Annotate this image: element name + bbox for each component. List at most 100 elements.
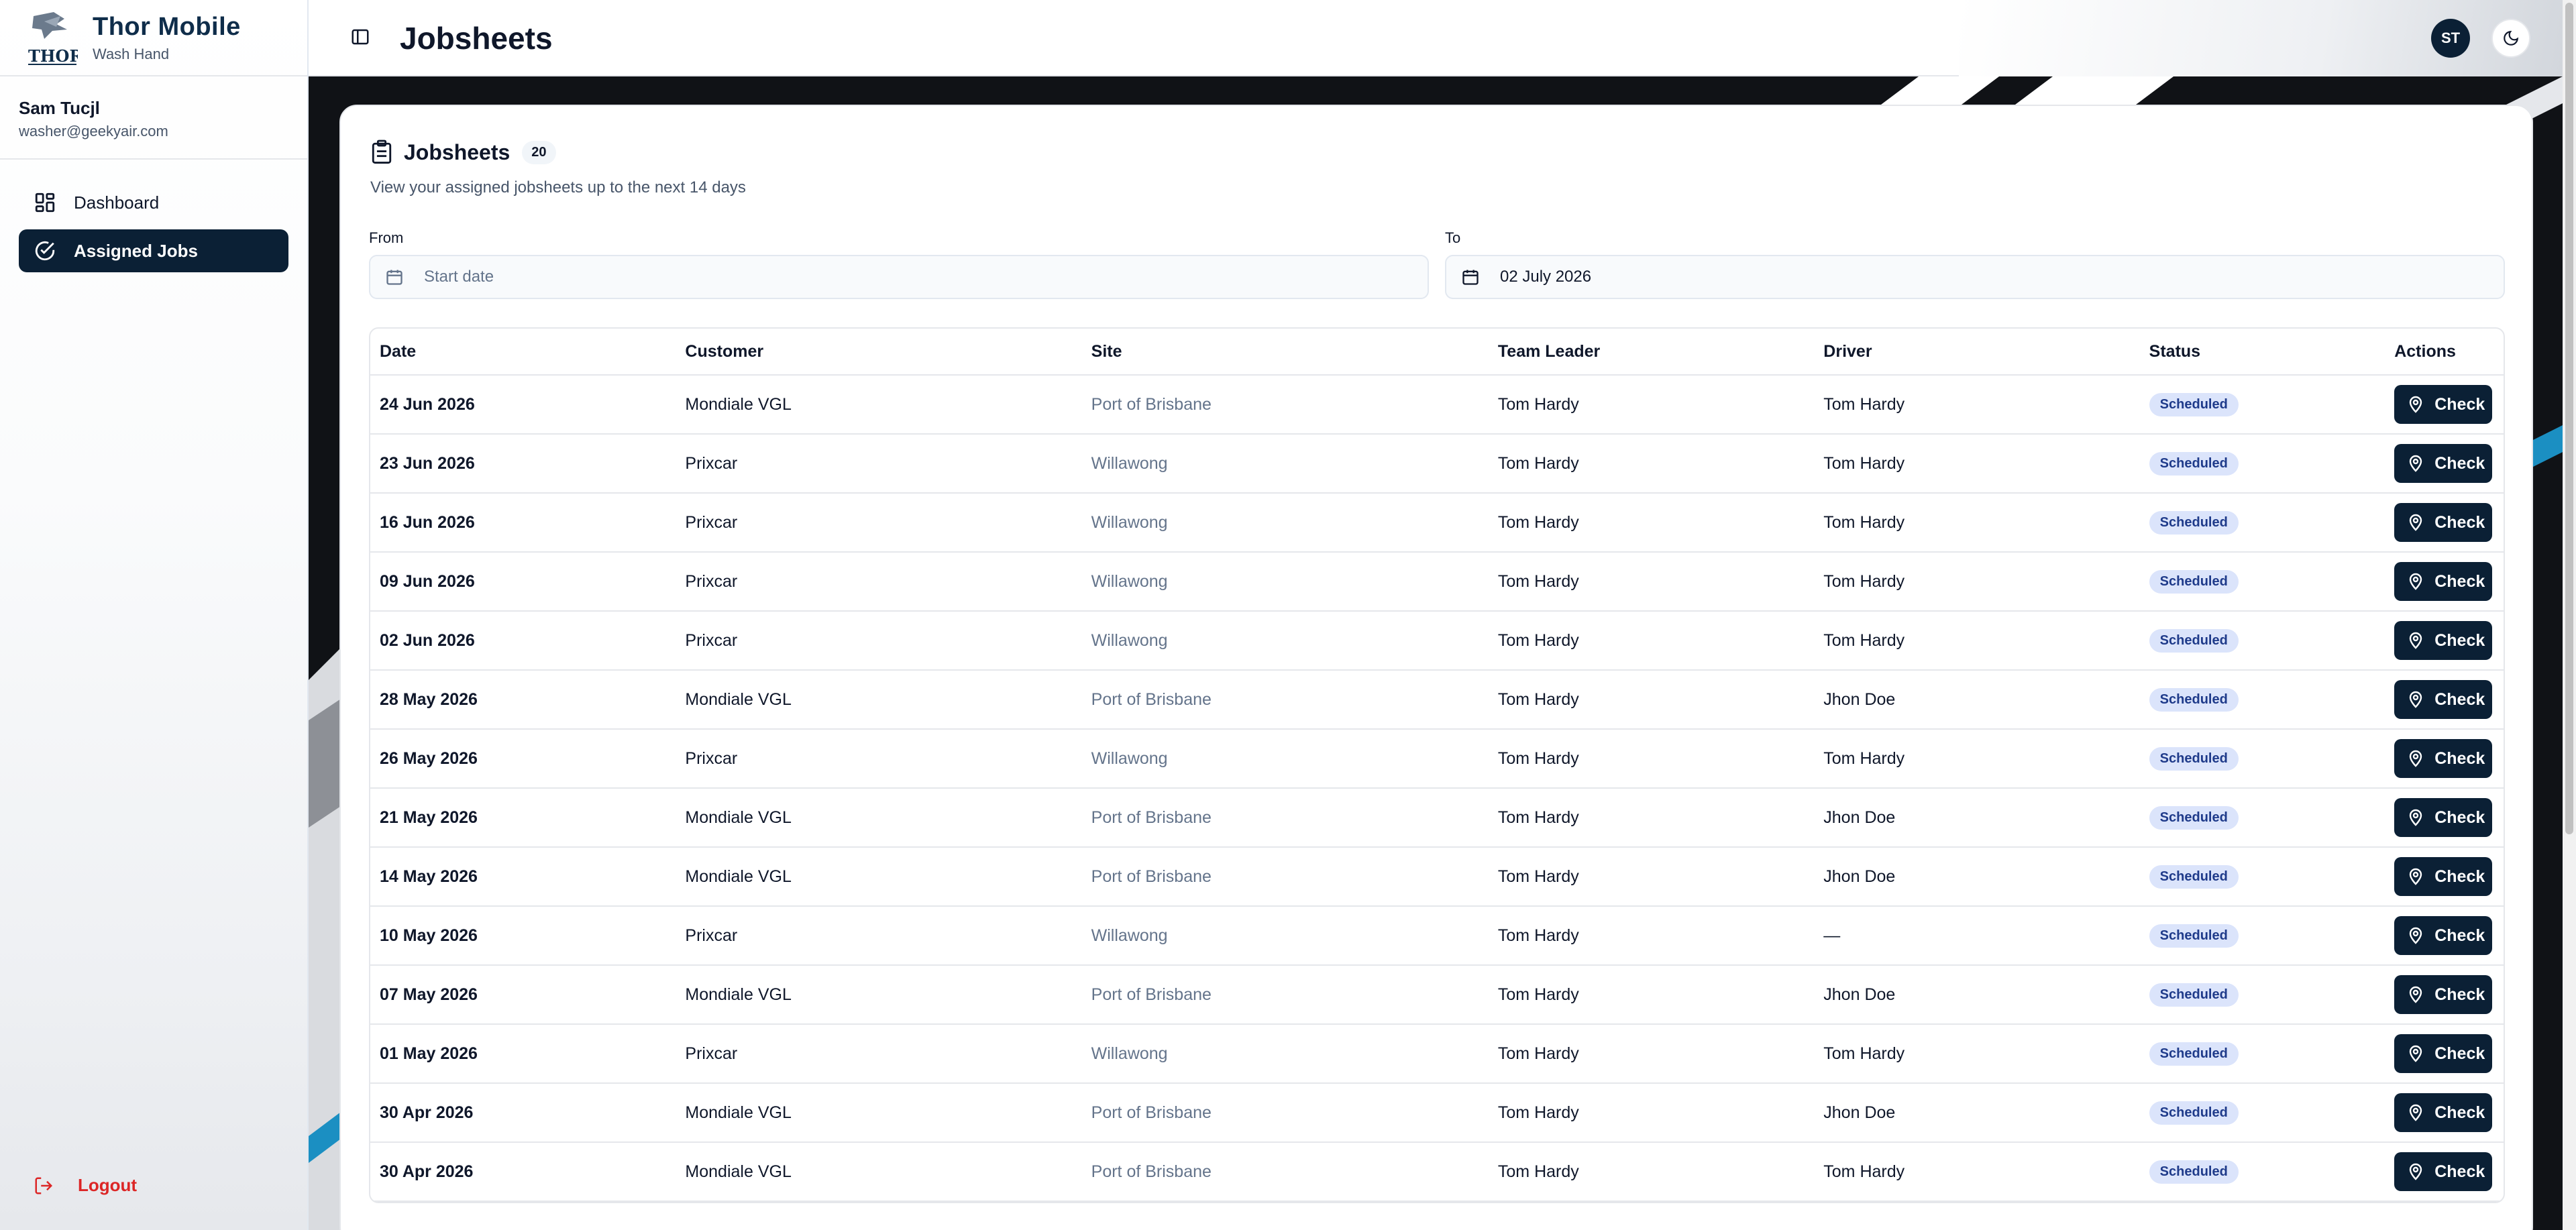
map-pin-icon: [2410, 927, 2422, 944]
check-button-label: Check: [2434, 866, 2485, 886]
check-button[interactable]: Check: [2394, 916, 2493, 955]
check-button[interactable]: Check: [2394, 385, 2493, 424]
check-button[interactable]: Check: [2394, 562, 2493, 601]
from-label: From: [369, 229, 404, 246]
team-leader-cell: Tom Hardy: [1497, 512, 1579, 532]
table-row[interactable]: 30 Apr 2026 Mondiale VGL Port of Brisbane T…: [370, 1084, 2504, 1143]
actions-cell: Check: [2385, 1093, 2504, 1132]
actions-cell: Check: [2385, 975, 2504, 1014]
check-button[interactable]: Check: [2394, 503, 2493, 542]
customer-cell: Mondiale VGL: [685, 807, 792, 827]
from-date-input[interactable]: Start date: [369, 255, 1429, 299]
column-header[interactable]: Site: [1082, 342, 1489, 361]
status-badge: Scheduled: [2149, 1101, 2239, 1125]
card-subtitle: View your assigned jobsheets up to the n…: [370, 178, 746, 197]
date-cell: 07 May 2026: [380, 985, 478, 1004]
check-button[interactable]: Check: [2394, 680, 2493, 719]
site-cell: Port of Brisbane: [1091, 689, 1212, 709]
site-cell: Port of Brisbane: [1091, 394, 1212, 414]
site-cell: Willawong: [1091, 571, 1168, 591]
actions-cell: Check: [2385, 562, 2504, 601]
table-row[interactable]: 10 May 2026 Prixcar Willawong Tom Hardy — Sch…: [370, 907, 2504, 966]
customer-cell: Prixcar: [685, 453, 738, 473]
driver-cell: Jhon Doe: [1823, 689, 1896, 709]
table-row[interactable]: 09 Jun 2026 Prixcar Willawong Tom Hardy Tom …: [370, 553, 2504, 612]
avatar[interactable]: ST: [2431, 19, 2470, 58]
column-header[interactable]: Date: [370, 342, 676, 361]
check-button[interactable]: Check: [2394, 1034, 2493, 1073]
date-cell: 16 Jun 2026: [380, 512, 475, 532]
map-pin-icon: [2410, 455, 2422, 472]
status-cell: Scheduled: [2140, 451, 2385, 476]
check-button-label: Check: [2434, 512, 2485, 532]
status-badge: Scheduled: [2149, 628, 2239, 653]
user-info: Sam Tucjl washer@geekyair.com: [0, 76, 307, 160]
table-row[interactable]: 30 Apr 2026 Mondiale VGL Port of Brisbane T…: [370, 1143, 2504, 1202]
table-row[interactable]: 02 Jun 2026 Prixcar Willawong Tom Hardy Tom …: [370, 612, 2504, 671]
column-header[interactable]: Team Leader: [1489, 342, 1814, 361]
driver-cell: Jhon Doe: [1823, 866, 1896, 886]
sidebar: THOR Thor Mobile Wash Hand Sam Tucjl was…: [0, 0, 309, 1230]
table-row[interactable]: 07 May 2026 Mondiale VGL Port of Brisbane T…: [370, 966, 2504, 1025]
team-leader-cell: Tom Hardy: [1497, 571, 1579, 591]
header-decoration: [1959, 0, 2563, 76]
column-header[interactable]: Customer: [676, 342, 1081, 361]
site-cell: Port of Brisbane: [1091, 807, 1212, 827]
jobsheets-card: Jobsheets 20 View your assigned jobsheet…: [339, 105, 2533, 1230]
sidebar-item-label: Dashboard: [74, 192, 160, 213]
map-pin-icon: [2410, 868, 2422, 885]
driver-cell: Jhon Doe: [1823, 807, 1896, 827]
status-badge: Scheduled: [2149, 451, 2239, 476]
check-button[interactable]: Check: [2394, 444, 2493, 483]
check-button[interactable]: Check: [2394, 798, 2493, 837]
column-header[interactable]: Driver: [1814, 342, 2139, 361]
count-badge: 20: [522, 140, 556, 164]
status-cell: Scheduled: [2140, 983, 2385, 1007]
column-header[interactable]: Status: [2140, 342, 2385, 361]
check-button[interactable]: Check: [2394, 739, 2493, 778]
page-scrollbar[interactable]: [2563, 0, 2576, 1230]
to-date-input[interactable]: 02 July 2026: [1445, 255, 2505, 299]
sidebar-item-assigned-jobs[interactable]: Assigned Jobs: [19, 229, 288, 272]
table-row[interactable]: 01 May 2026 Prixcar Willawong Tom Hardy Tom …: [370, 1025, 2504, 1084]
check-button[interactable]: Check: [2394, 975, 2493, 1014]
logout-label: Logout: [78, 1175, 138, 1195]
team-leader-cell: Tom Hardy: [1497, 394, 1579, 414]
user-email: washer@geekyair.com: [19, 123, 168, 139]
user-name: Sam Tucjl: [19, 98, 100, 118]
check-button-label: Check: [2434, 394, 2485, 414]
sidebar-item-dashboard[interactable]: Dashboard: [19, 181, 288, 224]
check-button[interactable]: Check: [2394, 1152, 2493, 1191]
table-row[interactable]: 26 May 2026 Prixcar Willawong Tom Hardy Tom …: [370, 730, 2504, 789]
status-cell: Scheduled: [2140, 687, 2385, 712]
table-row[interactable]: 21 May 2026 Mondiale VGL Port of Brisbane T…: [370, 789, 2504, 848]
moon-icon: [2504, 30, 2519, 46]
status-cell: Scheduled: [2140, 510, 2385, 535]
sidebar-toggle-icon[interactable]: [350, 27, 370, 47]
status-cell: Scheduled: [2140, 1101, 2385, 1125]
check-button-label: Check: [2434, 453, 2485, 473]
to-label: To: [1445, 229, 1461, 246]
check-button-label: Check: [2434, 1103, 2485, 1122]
check-button[interactable]: Check: [2394, 621, 2493, 660]
check-button[interactable]: Check: [2394, 1093, 2493, 1132]
column-header: Actions: [2394, 341, 2456, 361]
status-cell: Scheduled: [2140, 864, 2385, 889]
status-badge: Scheduled: [2149, 805, 2239, 830]
driver-cell: Tom Hardy: [1823, 1044, 1905, 1063]
table-row[interactable]: 24 Jun 2026 Mondiale VGL Port of Brisbane T…: [370, 376, 2504, 435]
theme-toggle-button[interactable]: [2491, 19, 2530, 58]
table-row[interactable]: 23 Jun 2026 Prixcar Willawong Tom Hardy Tom …: [370, 435, 2504, 494]
scrollbar-thumb[interactable]: [2565, 3, 2573, 834]
site-cell: Willawong: [1091, 748, 1168, 768]
logout-button[interactable]: Logout: [34, 1175, 137, 1196]
table-row[interactable]: 16 Jun 2026 Prixcar Willawong Tom Hardy Tom …: [370, 494, 2504, 553]
site-cell: Port of Brisbane: [1091, 866, 1212, 886]
table-row[interactable]: 14 May 2026 Mondiale VGL Port of Brisbane T…: [370, 848, 2504, 907]
site-cell: Willawong: [1091, 453, 1168, 473]
status-cell: Scheduled: [2140, 569, 2385, 594]
sidebar-nav: Dashboard Assigned Jobs: [0, 160, 307, 299]
sidebar-item-label: Assigned Jobs: [74, 240, 198, 261]
table-row[interactable]: 28 May 2026 Mondiale VGL Port of Brisbane T…: [370, 671, 2504, 730]
check-button[interactable]: Check: [2394, 857, 2493, 896]
